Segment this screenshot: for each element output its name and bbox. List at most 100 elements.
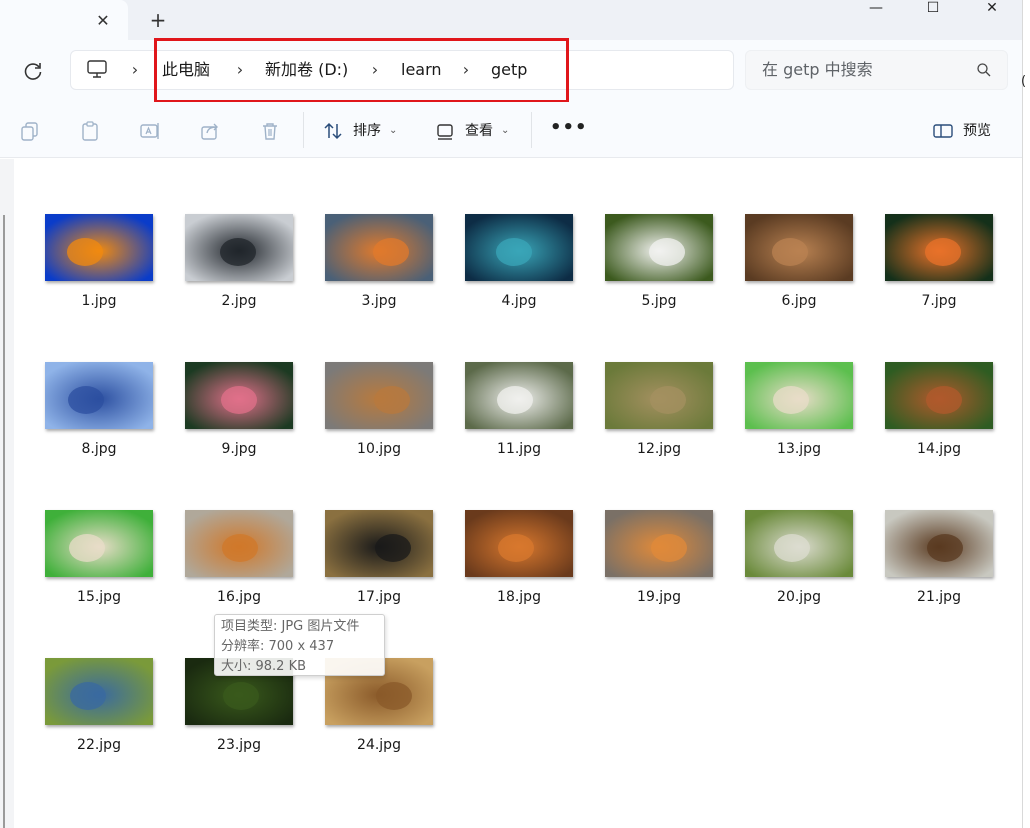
file-name[interactable]: 21.jpg xyxy=(869,587,1009,607)
delete-icon[interactable] xyxy=(259,120,281,142)
search-input[interactable]: 在 getp 中搜索 xyxy=(762,59,873,81)
image-thumbnail[interactable] xyxy=(325,362,433,429)
image-thumbnail[interactable] xyxy=(465,362,573,429)
file-item[interactable]: 7.jpg xyxy=(869,214,997,332)
file-item[interactable]: 1.jpg xyxy=(29,214,157,332)
maximize-button[interactable]: ☐ xyxy=(905,0,961,18)
file-item[interactable]: 9.jpg xyxy=(169,362,297,480)
file-item[interactable]: 6.jpg xyxy=(729,214,857,332)
view-button[interactable]: 查看 xyxy=(465,121,493,141)
image-thumbnail[interactable] xyxy=(45,362,153,429)
file-item[interactable]: 3.jpg xyxy=(309,214,437,332)
toolbar-divider xyxy=(303,112,304,148)
search-icon[interactable] xyxy=(976,62,992,78)
file-item[interactable]: 21.jpg xyxy=(869,510,997,628)
file-name[interactable]: 12.jpg xyxy=(589,439,729,459)
file-item[interactable]: 2.jpg xyxy=(169,214,297,332)
file-item[interactable]: 8.jpg xyxy=(29,362,157,480)
chevron-down-icon[interactable]: ⌄ xyxy=(501,121,509,141)
file-name[interactable]: 3.jpg xyxy=(309,291,449,311)
image-thumbnail[interactable] xyxy=(45,214,153,281)
close-icon[interactable]: ✕ xyxy=(92,10,114,32)
image-thumbnail[interactable] xyxy=(745,214,853,281)
file-name[interactable]: 7.jpg xyxy=(869,291,1009,311)
image-thumbnail[interactable] xyxy=(885,214,993,281)
file-item[interactable]: 5.jpg xyxy=(589,214,717,332)
file-item[interactable]: 4.jpg xyxy=(449,214,577,332)
more-options-button[interactable]: ••• xyxy=(550,119,587,141)
file-item[interactable]: 20.jpg xyxy=(729,510,857,628)
file-name[interactable]: 1.jpg xyxy=(29,291,169,311)
chevron-right-icon[interactable]: › xyxy=(128,59,142,81)
image-thumbnail[interactable] xyxy=(465,214,573,281)
image-thumbnail[interactable] xyxy=(325,510,433,577)
sort-button[interactable]: 排序 xyxy=(353,121,381,141)
file-item[interactable]: 14.jpg xyxy=(869,362,997,480)
background-window-fragment: ( xyxy=(1021,74,1027,89)
tooltip-size: 大小: 98.2 KB xyxy=(221,659,307,674)
annotation-highlight-box xyxy=(154,38,569,103)
image-thumbnail[interactable] xyxy=(745,510,853,577)
file-name[interactable]: 20.jpg xyxy=(729,587,869,607)
image-thumbnail[interactable] xyxy=(325,214,433,281)
image-thumbnail[interactable] xyxy=(745,362,853,429)
image-thumbnail[interactable] xyxy=(885,510,993,577)
refresh-icon[interactable] xyxy=(20,58,46,84)
image-thumbnail[interactable] xyxy=(185,510,293,577)
file-name[interactable]: 4.jpg xyxy=(449,291,589,311)
file-item[interactable]: 15.jpg xyxy=(29,510,157,628)
file-item[interactable]: 12.jpg xyxy=(589,362,717,480)
paste-icon[interactable] xyxy=(79,120,101,142)
sort-icon[interactable] xyxy=(322,120,344,142)
rename-icon[interactable] xyxy=(139,120,161,142)
tooltip-type: 项目类型: JPG 图片文件 xyxy=(221,619,360,634)
plus-icon[interactable]: + xyxy=(146,8,170,32)
file-item[interactable]: 16.jpg xyxy=(169,510,297,628)
file-name[interactable]: 22.jpg xyxy=(29,735,169,755)
preview-pane-icon[interactable] xyxy=(932,120,954,142)
image-thumbnail[interactable] xyxy=(45,658,153,725)
file-item[interactable]: 13.jpg xyxy=(729,362,857,480)
copy-icon[interactable] xyxy=(19,120,41,142)
image-thumbnail[interactable] xyxy=(185,214,293,281)
file-name[interactable]: 5.jpg xyxy=(589,291,729,311)
file-name[interactable]: 17.jpg xyxy=(309,587,449,607)
file-item[interactable]: 22.jpg xyxy=(29,658,157,776)
share-icon[interactable] xyxy=(199,120,221,142)
file-name[interactable]: 8.jpg xyxy=(29,439,169,459)
file-name[interactable]: 24.jpg xyxy=(309,735,449,755)
scrollbar[interactable] xyxy=(3,215,5,828)
file-name[interactable]: 2.jpg xyxy=(169,291,309,311)
chevron-down-icon[interactable]: ⌄ xyxy=(389,121,397,141)
image-thumbnail[interactable] xyxy=(605,214,713,281)
file-name[interactable]: 16.jpg xyxy=(169,587,309,607)
file-item[interactable]: 18.jpg xyxy=(449,510,577,628)
toolbar-divider xyxy=(531,112,532,148)
file-name[interactable]: 11.jpg xyxy=(449,439,589,459)
close-window-button[interactable]: ✕ xyxy=(964,0,1020,18)
file-name[interactable]: 13.jpg xyxy=(729,439,869,459)
image-thumbnail[interactable] xyxy=(45,510,153,577)
view-icon[interactable] xyxy=(434,120,456,142)
background-window-edge xyxy=(1022,0,1030,828)
file-name[interactable]: 23.jpg xyxy=(169,735,309,755)
computer-icon[interactable] xyxy=(86,58,108,80)
file-name[interactable]: 19.jpg xyxy=(589,587,729,607)
file-item[interactable]: 10.jpg xyxy=(309,362,437,480)
image-thumbnail[interactable] xyxy=(605,362,713,429)
file-item[interactable]: 19.jpg xyxy=(589,510,717,628)
image-thumbnail[interactable] xyxy=(605,510,713,577)
file-item[interactable]: 11.jpg xyxy=(449,362,577,480)
image-thumbnail[interactable] xyxy=(465,510,573,577)
minimize-button[interactable]: — xyxy=(848,0,904,18)
file-name[interactable]: 18.jpg xyxy=(449,587,589,607)
file-name[interactable]: 9.jpg xyxy=(169,439,309,459)
preview-button[interactable]: 预览 xyxy=(963,121,991,141)
file-name[interactable]: 15.jpg xyxy=(29,587,169,607)
file-item[interactable]: 17.jpg xyxy=(309,510,437,628)
file-name[interactable]: 14.jpg xyxy=(869,439,1009,459)
image-thumbnail[interactable] xyxy=(185,362,293,429)
file-name[interactable]: 6.jpg xyxy=(729,291,869,311)
file-name[interactable]: 10.jpg xyxy=(309,439,449,459)
image-thumbnail[interactable] xyxy=(885,362,993,429)
